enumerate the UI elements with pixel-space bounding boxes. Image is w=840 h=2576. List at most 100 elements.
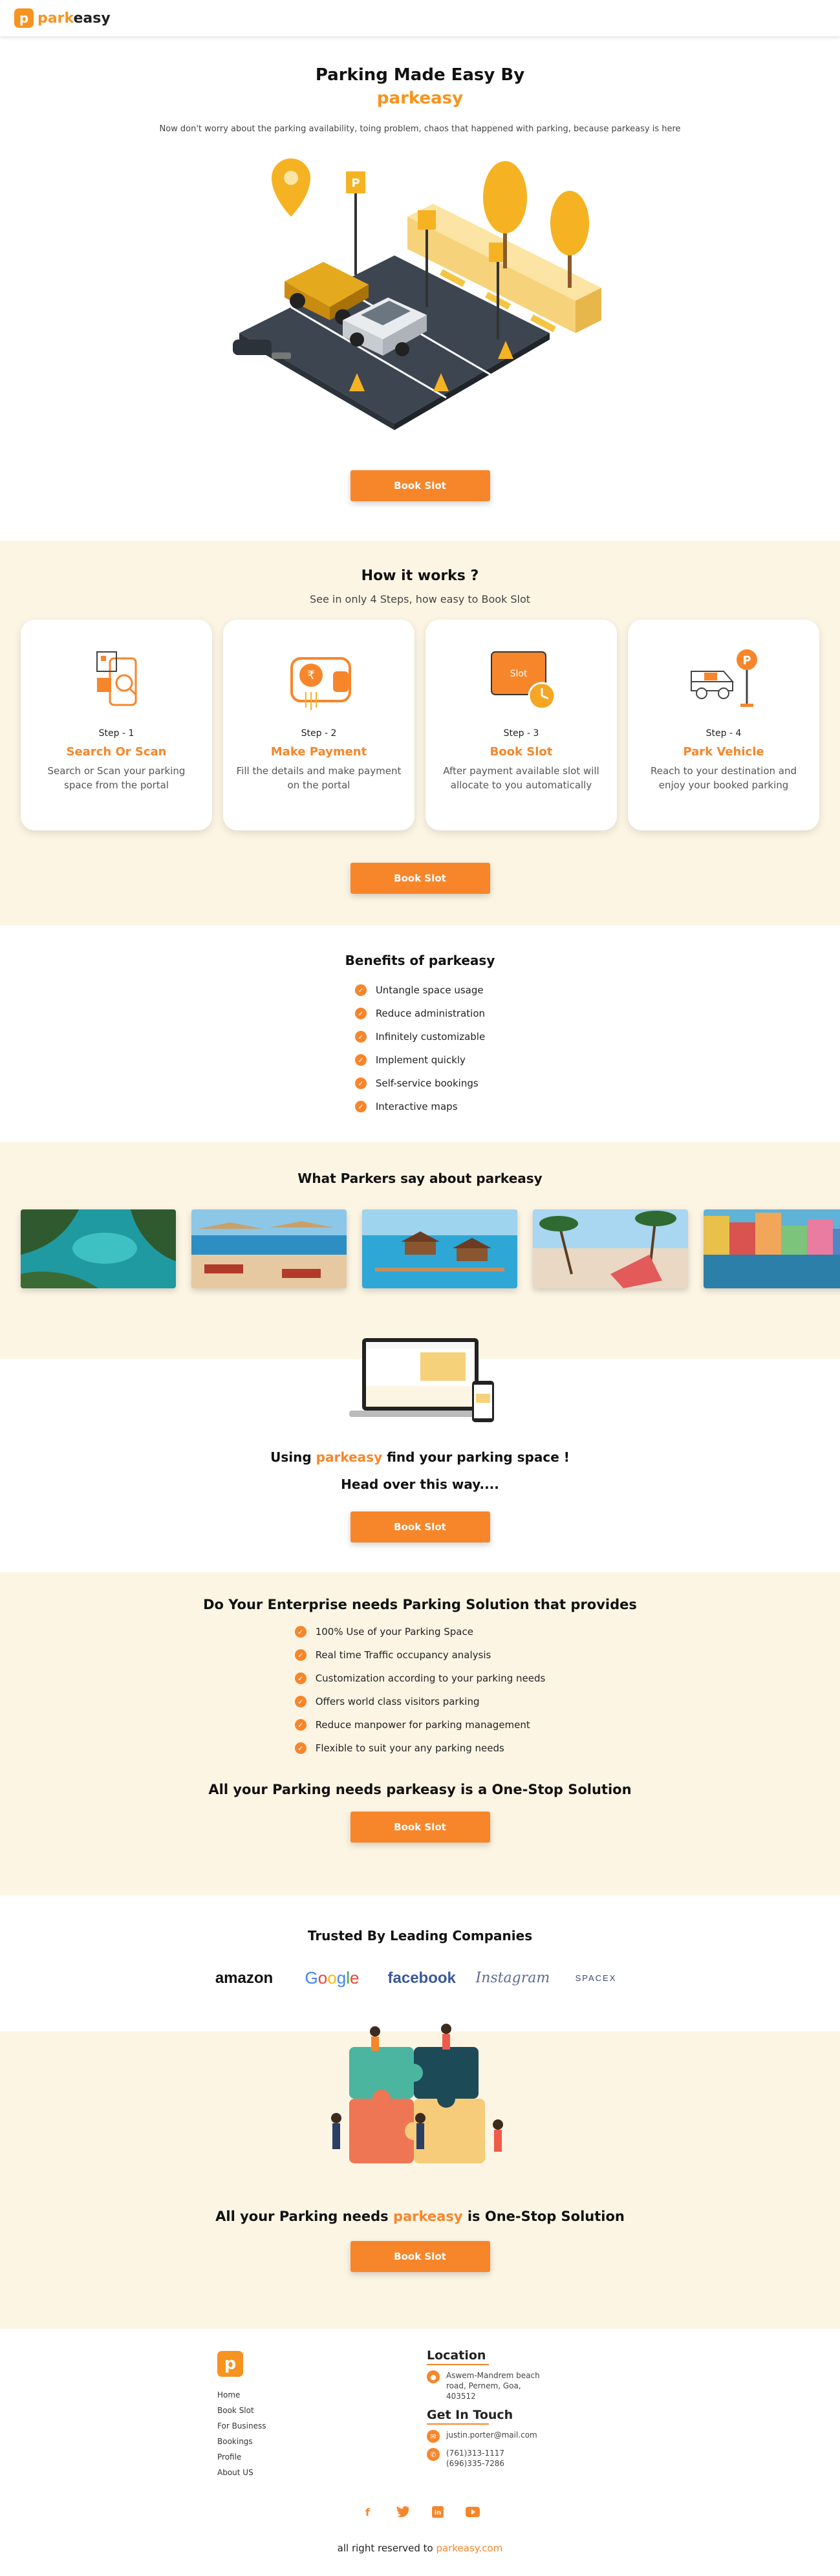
check-icon: ✓ (354, 1031, 367, 1043)
check-icon: ✓ (294, 1649, 307, 1661)
mail-icon: ✉ (427, 2430, 440, 2443)
carousel-image[interactable] (362, 1209, 517, 1288)
check-icon: ✓ (354, 1008, 367, 1019)
testimonials-section: What Parkers say about parkeasy (0, 1142, 840, 1359)
enterprise-book-slot-button[interactable]: Book Slot (350, 1812, 490, 1843)
svg-text:in: in (434, 2509, 441, 2516)
hero-section: Parking Made Easy By parkeasy Now don't … (0, 36, 840, 541)
social-links: f in (0, 2504, 840, 2520)
check-icon: ✓ (354, 1054, 367, 1066)
step-title: Search Or Scan (66, 745, 167, 759)
address-row: ● Aswem-Mandrem beach road, Pernem, Goa,… (427, 2370, 595, 2401)
footer-contact: Location ● Aswem-Mandrem beach road, Per… (427, 2348, 595, 2469)
using-subheading: Head over this way.... (341, 1477, 499, 1492)
steps-row: Step - 1 Search Or Scan Search or Scan y… (0, 620, 840, 830)
amazon-logo: amazon (215, 1969, 274, 1987)
trusted-section: Trusted By Leading Companies amazon Goog… (0, 1896, 840, 2031)
spacex-logo: SPACEX (575, 1973, 617, 1983)
enterprise-title: Do Your Enterprise needs Parking Solutio… (203, 1597, 637, 1612)
google-logo: Google (305, 1968, 360, 1987)
how-book-slot-button[interactable]: Book Slot (350, 863, 490, 894)
footer-link-for-business[interactable]: For Business (217, 2418, 266, 2434)
using-parkeasy-section: Using parkeasy find your parking space !… (0, 1338, 840, 1572)
step-card: P Step - 4 Park Vehicle Reach to your de… (628, 620, 819, 830)
hero-title: Parking Made Easy By (315, 65, 525, 85)
check-icon: ✓ (294, 1719, 307, 1731)
location-title: Location (427, 2348, 486, 2363)
footer-link-bookings[interactable]: Bookings (217, 2434, 266, 2449)
check-icon: ✓ (294, 1626, 307, 1638)
title-underline (427, 2364, 489, 2365)
using-heading: Using parkeasy find your parking space ! (270, 1449, 570, 1465)
puzzle-heading: All your Parking needs parkeasy is One-S… (215, 2209, 625, 2224)
address-text: Aswem-Mandrem beach road, Pernem, Goa, 4… (446, 2371, 540, 2401)
trusted-title: Trusted By Leading Companies (307, 1928, 533, 1943)
team-puzzle-illustration (330, 2024, 503, 2163)
brand-logo[interactable]: p parkeasy (14, 8, 111, 28)
benefits-title: Benefits of parkeasy (345, 953, 495, 968)
email-link[interactable]: justin.porter@mail.com (446, 2430, 537, 2440)
carousel-image[interactable] (191, 1209, 347, 1288)
list-item: ✓ Infinitely customizable (354, 1025, 485, 1048)
logo-mark-icon: p (14, 8, 34, 28)
carousel-image[interactable] (533, 1209, 688, 1288)
step-title: Make Payment (270, 745, 367, 759)
using-book-slot-button[interactable]: Book Slot (350, 1511, 490, 1542)
svg-text:P: P (351, 177, 360, 190)
how-title: How it works ? (361, 568, 479, 584)
enterprise-section: Do Your Enterprise needs Parking Solutio… (0, 1572, 840, 1896)
check-icon: ✓ (354, 1101, 367, 1112)
list-item: ✓ Flexible to suit your any parking needs (294, 1737, 546, 1760)
twitter-icon[interactable] (394, 2504, 411, 2520)
car-parking-icon: P (691, 649, 757, 707)
phone-row: ✆ (761)313-1117 (696)335-7286 (427, 2448, 595, 2469)
step-title: Park Vehicle (683, 745, 764, 759)
list-item: ✓ Customization according to your parking… (294, 1667, 545, 1690)
slot-clock-icon: Slot (491, 651, 556, 710)
list-item: ✓ Interactive maps (354, 1095, 485, 1118)
youtube-icon[interactable] (464, 2504, 481, 2520)
linkedin-icon[interactable]: in (429, 2504, 446, 2520)
footer-links: Home Book Slot For Business Bookings Pro… (217, 2387, 266, 2480)
logo-wordmark: parkeasy (38, 10, 111, 27)
list-item: ✓ 100% Use of your Parking Space (294, 1620, 546, 1643)
footer-link-profile[interactable]: Profile (217, 2449, 266, 2465)
footer-link-book-slot[interactable]: Book Slot (217, 2403, 266, 2418)
email-row: ✉ justin.porter@mail.com (427, 2430, 595, 2443)
hero-book-slot-button[interactable]: Book Slot (350, 470, 490, 501)
brand-logos-row: amazon Google facebook Instagram SPACEX (0, 1968, 840, 1988)
list-item: ✓ Untangle space usage (354, 979, 485, 1002)
puzzle-book-slot-button[interactable]: Book Slot (350, 2241, 490, 2272)
site-link[interactable]: parkeasy.com (436, 2542, 503, 2554)
footer-link-home[interactable]: Home (217, 2387, 266, 2403)
slot-badge-text: Slot (510, 669, 528, 679)
copyright: all right reserved to parkeasy.com (337, 2542, 503, 2554)
benefits-list: ✓ Untangle space usage ✓ Reduce administra… (354, 979, 485, 1118)
enterprise-list: ✓ 100% Use of your Parking Space ✓ Real ti… (294, 1620, 546, 1760)
footer-link-about-us[interactable]: About US (217, 2465, 266, 2480)
step-number: Step - 2 (301, 728, 337, 739)
devices-mockup-image (349, 1338, 494, 1422)
footer-logo-icon[interactable]: p (217, 2351, 243, 2377)
instagram-logo: Instagram (475, 1970, 550, 1986)
step-description: After payment available slot will alloca… (443, 765, 599, 791)
phone-numbers: (761)313-1117 (696)335-7286 (446, 2449, 505, 2468)
facebook-icon[interactable]: f (360, 2504, 376, 2520)
hero-subtitle: Now don't worry about the parking availa… (159, 124, 681, 134)
facebook-logo: facebook (387, 1969, 456, 1987)
parking-badge-text: P (742, 654, 751, 667)
footer-nav: p Home Book Slot For Business Bookings P… (217, 2351, 266, 2480)
check-icon: ✓ (294, 1696, 307, 1707)
hero-brand: parkeasy (376, 89, 464, 108)
carousel-image[interactable] (704, 1209, 840, 1288)
top-header: p parkeasy (0, 0, 840, 36)
check-icon: ✓ (354, 1077, 367, 1089)
step-number: Step - 1 (98, 728, 135, 739)
step-number: Step - 4 (705, 728, 742, 739)
carousel-image[interactable] (21, 1209, 176, 1288)
check-icon: ✓ (294, 1672, 307, 1684)
title-underline (427, 2423, 489, 2425)
step-description: Reach to your destination and enjoy your… (650, 765, 797, 791)
wallet-payment-icon: ₹ (290, 657, 351, 710)
location-pin-icon: ● (427, 2370, 440, 2383)
